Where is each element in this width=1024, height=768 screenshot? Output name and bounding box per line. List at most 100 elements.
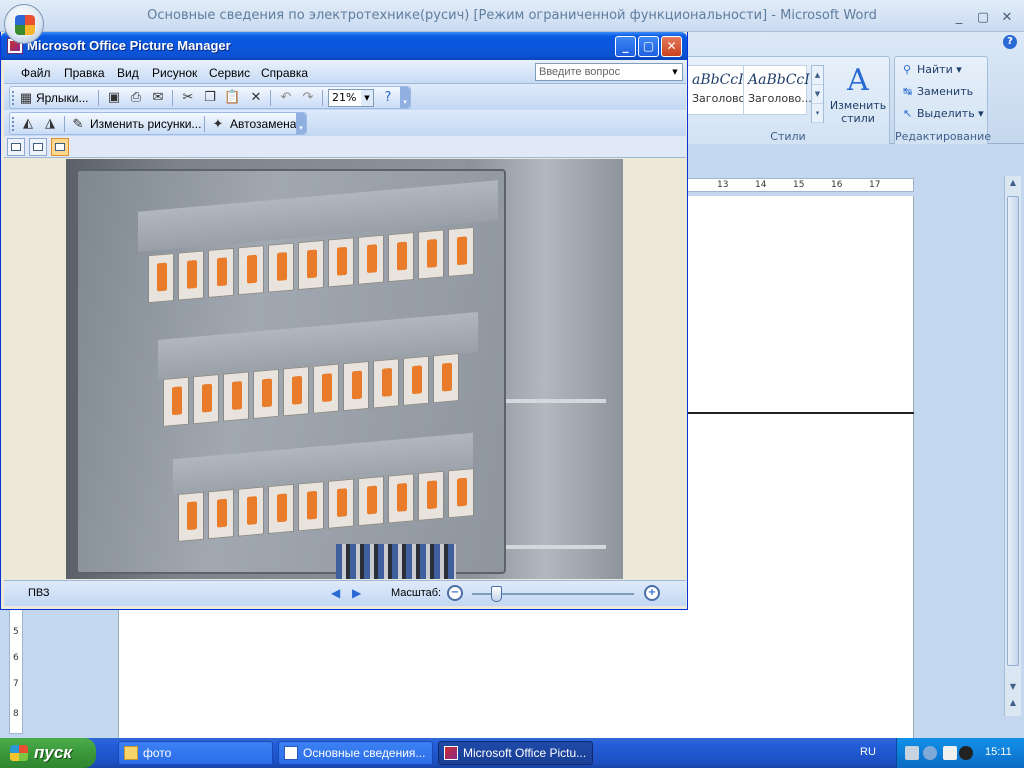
shortcuts-button[interactable]: ▦ Ярлыки... [18, 89, 89, 108]
horizontal-ruler[interactable]: 13 14 15 16 17 [686, 178, 914, 192]
word-close-button[interactable]: ✕ [998, 10, 1016, 25]
status-file-name: ПВЗ [28, 587, 50, 599]
task-word-document[interactable]: Основные сведения... [278, 741, 433, 765]
task-label: фото [143, 746, 172, 760]
vertical-ruler[interactable]: 5 6 7 8 [9, 608, 23, 734]
thumbnail-view-button[interactable] [7, 138, 25, 156]
pm-minimize-button[interactable]: _ [615, 36, 636, 57]
zoom-label: Масштаб: [391, 587, 442, 599]
gallery-up-icon[interactable]: ▲ [812, 66, 823, 85]
task-picture-manager[interactable]: Microsoft Office Pictu... [438, 741, 593, 765]
chevron-down-icon[interactable]: ▼ [669, 65, 681, 79]
ask-question-input[interactable]: Введите вопрос ▼ [535, 63, 683, 81]
help-icon[interactable]: ? [1003, 35, 1017, 49]
volume-icon[interactable] [943, 746, 957, 760]
word-document-icon [284, 746, 298, 760]
ruler-tick: 6 [13, 653, 19, 663]
toolbar-options-icon[interactable]: ▾ [296, 113, 306, 134]
office-logo-icon [15, 15, 35, 35]
toolbar-options-icon[interactable]: ▾ [400, 87, 410, 108]
media-icon[interactable] [959, 746, 973, 760]
auto-correct-button[interactable]: ✦ Автозамена [210, 115, 297, 134]
save-icon[interactable]: ▣ [106, 90, 122, 106]
language-indicator[interactable]: RU [860, 746, 876, 758]
start-button[interactable]: пуск [0, 738, 96, 768]
zoom-out-icon[interactable]: − [447, 585, 463, 601]
office-button[interactable] [4, 4, 44, 44]
menu-file[interactable]: Файл [21, 66, 51, 80]
select-button[interactable]: ↖ Выделить ▾ [903, 107, 984, 127]
style-name: Заголово... [692, 92, 756, 105]
styles-group-label: Стили [770, 130, 806, 143]
system-tray: 15:11 [896, 738, 1024, 768]
network-icon[interactable] [905, 746, 919, 760]
zoom-slider-thumb[interactable] [490, 586, 502, 602]
toolbar-separator [322, 90, 323, 106]
scroll-up-icon[interactable]: ▲ [1006, 178, 1020, 192]
edit-pictures-label: Изменить рисунки... [90, 117, 202, 131]
copy-icon[interactable]: ❐ [202, 90, 218, 106]
menu-picture[interactable]: Рисунок [152, 66, 197, 80]
find-button[interactable]: ⚲ Найти ▾ [903, 63, 962, 83]
gallery-down-icon[interactable]: ▼ [812, 85, 823, 104]
binoculars-icon: ⚲ [903, 63, 912, 76]
scroll-down-icon[interactable]: ▼ [1006, 682, 1020, 696]
single-picture-view-button[interactable] [51, 138, 69, 156]
toolbar-separator [64, 116, 65, 132]
word-maximize-button[interactable]: ▢ [974, 10, 992, 25]
zoom-select[interactable]: 21% ▼ [328, 89, 374, 107]
toolbar-separator [204, 116, 205, 132]
zoom-value: 21% [332, 91, 357, 104]
edit-pictures-button[interactable]: ✎ Изменить рисунки... [70, 115, 202, 134]
single-picture-view-icon [55, 143, 65, 151]
prev-page-icon[interactable]: ▲ [1006, 698, 1020, 712]
filmstrip-view-button[interactable] [29, 138, 47, 156]
paste-icon[interactable]: 📋 [224, 90, 240, 106]
clock[interactable]: 15:11 [985, 746, 1012, 758]
delete-icon[interactable]: ✕ [248, 90, 264, 106]
print-icon[interactable]: ⎙ [128, 90, 144, 106]
chevron-down-icon[interactable]: ▼ [361, 90, 373, 106]
tray-app-icon[interactable] [923, 746, 937, 760]
pm-menubar: Файл Правка Вид Рисунок Сервис Справка В… [4, 60, 686, 84]
pm-titlebar[interactable]: Microsoft Office Picture Manager _ ▢ ✕ [1, 32, 687, 60]
menu-tools[interactable]: Сервис [209, 66, 250, 80]
select-label: Выделить [917, 107, 975, 120]
picture-preview-area[interactable] [4, 159, 686, 579]
change-styles-button[interactable]: A Изменить стили [827, 63, 889, 125]
replace-button[interactable]: ↹ Заменить [903, 85, 973, 105]
electrical-panel-photo[interactable] [66, 159, 623, 579]
help-icon[interactable]: ? [380, 90, 396, 106]
menu-help[interactable]: Справка [261, 66, 308, 80]
undo-icon[interactable]: ↶ [278, 90, 294, 106]
ask-question-placeholder: Введите вопрос [539, 66, 621, 78]
pm-maximize-button[interactable]: ▢ [638, 36, 659, 57]
menu-edit[interactable]: Правка [64, 66, 105, 80]
next-picture-icon[interactable]: ▶ [352, 586, 361, 600]
task-label: Microsoft Office Pictu... [463, 746, 587, 760]
word-titlebar[interactable]: Основные сведения по электротехнике(руси… [0, 0, 1024, 32]
word-vertical-scrollbar[interactable]: ▲ ▼ ▲ [1004, 176, 1021, 716]
menu-view[interactable]: Вид [117, 66, 139, 80]
task-folder-photo[interactable]: фото [118, 741, 273, 765]
rotate-right-icon[interactable]: ◮ [42, 116, 58, 132]
toolbar-grip[interactable] [12, 117, 15, 131]
rotate-left-icon[interactable]: ◭ [20, 116, 36, 132]
scroll-thumb[interactable] [1007, 196, 1019, 666]
previous-picture-icon[interactable]: ◀ [331, 586, 340, 600]
toolbar-grip[interactable] [12, 91, 15, 105]
style-tile-heading2[interactable]: AaBbCcI Заголово... [743, 65, 812, 115]
pm-close-button[interactable]: ✕ [661, 36, 682, 57]
gallery-more-icon[interactable]: ▾ [812, 104, 823, 123]
cut-icon[interactable]: ✂ [180, 90, 196, 106]
replace-icon: ↹ [903, 85, 913, 98]
email-icon[interactable]: ✉ [150, 90, 166, 106]
picture-manager-window: Microsoft Office Picture Manager _ ▢ ✕ Ф… [0, 32, 688, 610]
styles-gallery-scroll[interactable]: ▲ ▼ ▾ [811, 65, 824, 123]
style-tile-heading1[interactable]: aBbCcI Заголово... [687, 65, 756, 115]
style-sample: aBbCcI [692, 72, 744, 88]
zoom-in-icon[interactable]: + [644, 585, 660, 601]
pm-window-title: Microsoft Office Picture Manager [27, 38, 231, 53]
redo-icon[interactable]: ↷ [300, 90, 316, 106]
word-minimize-button[interactable]: _ [950, 10, 968, 25]
